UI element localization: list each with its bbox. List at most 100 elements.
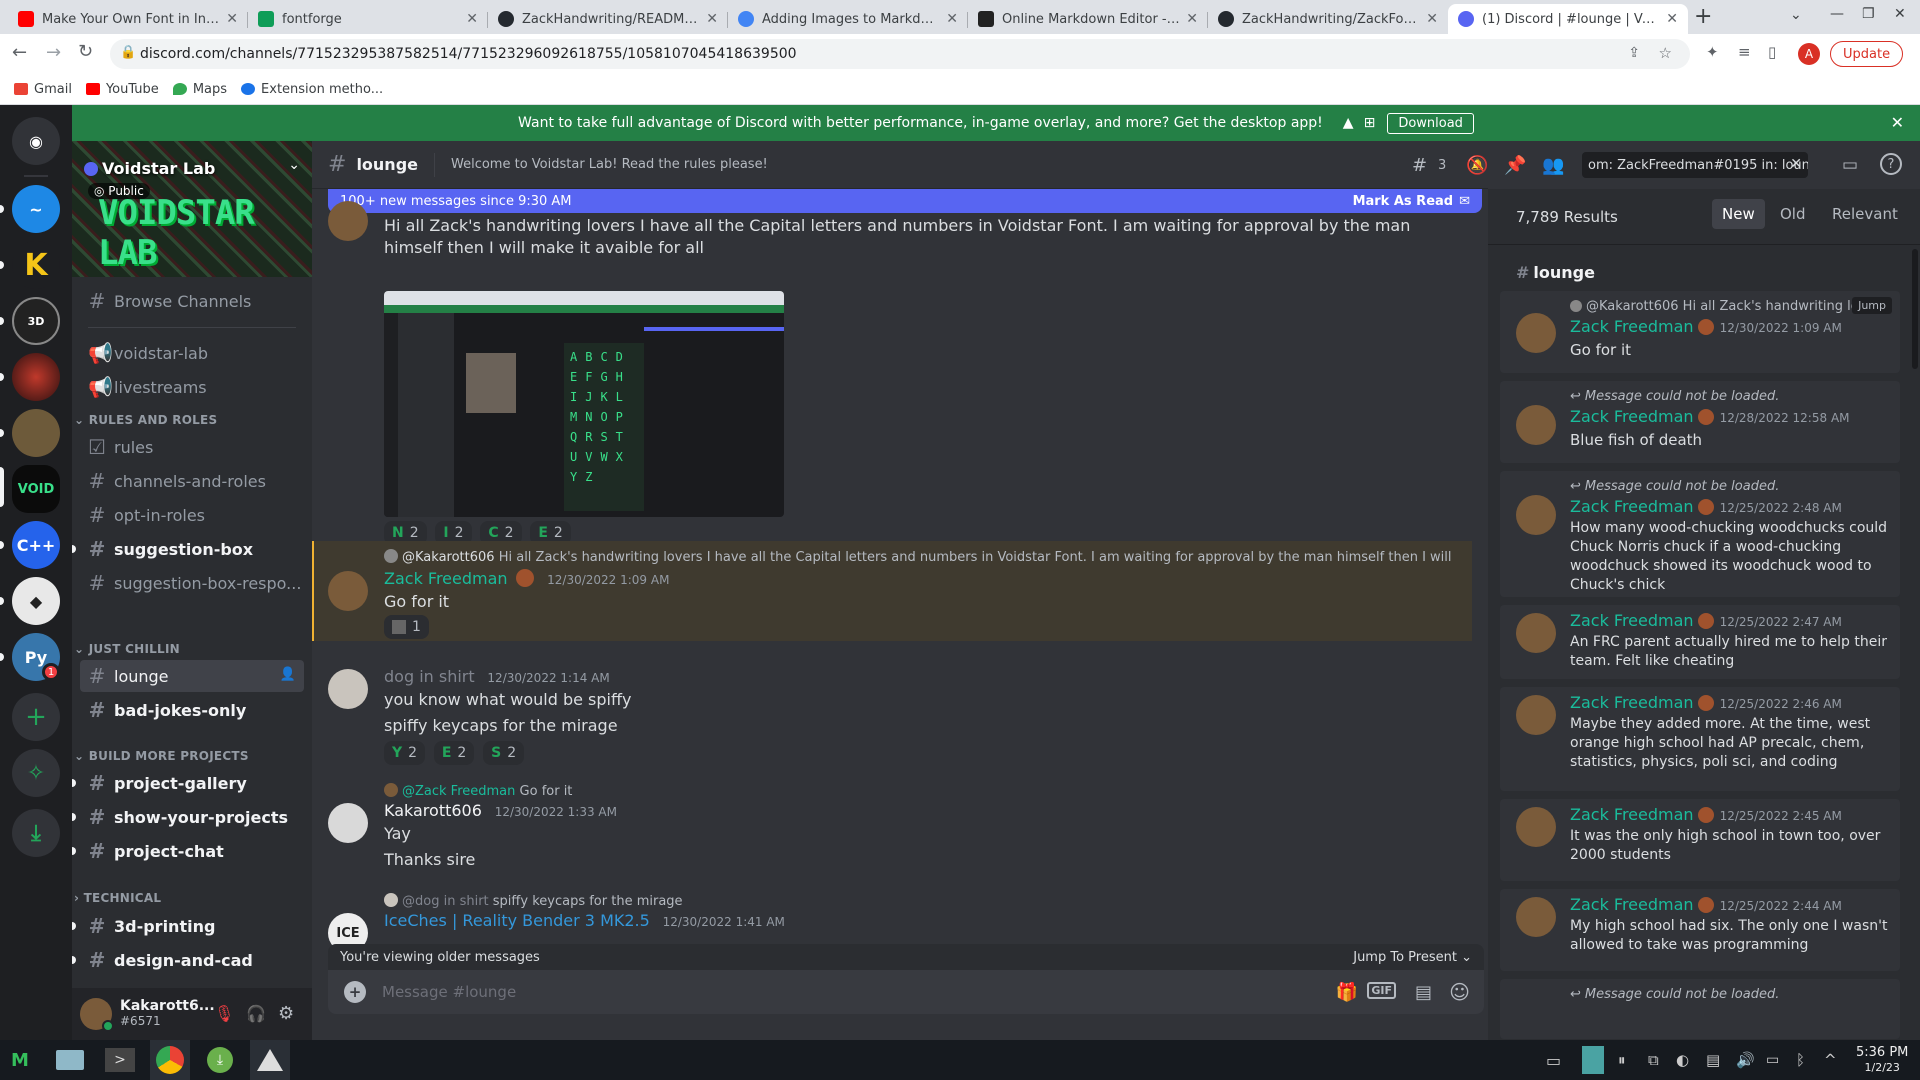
channel-suggestion-box[interactable]: # suggestion-box (72, 533, 304, 565)
server-icon[interactable]: ◆ (12, 577, 60, 625)
threads-icon[interactable]: # (1412, 155, 1427, 176)
close-banner-icon[interactable]: ✕ (1891, 113, 1904, 132)
channel-livestreams[interactable]: 📢 livestreams (80, 371, 304, 403)
reply-preview[interactable]: @Zack Freedman Go for it (384, 783, 1384, 799)
search-scrollbar[interactable] (1912, 249, 1918, 369)
battery-icon[interactable]: ▭ (1766, 1052, 1779, 1068)
server-icon-voidstar[interactable]: VOID (12, 465, 60, 513)
guild-name[interactable]: Voidstar Lab (84, 159, 215, 178)
channel-project-gallery[interactable]: # project-gallery (72, 767, 304, 799)
attached-screenshot-image[interactable]: ABCDEFGHIJKLMNOPQRSTUVWXYZ (384, 291, 784, 517)
close-window-button[interactable]: ✕ (1894, 6, 1906, 22)
close-tab-icon[interactable]: ✕ (1666, 11, 1678, 27)
browser-tab[interactable]: Adding Images to Markdown ✕ (728, 4, 968, 34)
browser-tab-active[interactable]: (1) Discord | #lounge | Voids ✕ (1448, 4, 1688, 34)
search-input[interactable]: om: ZackFreedman#0195 in: lounge ✕ (1582, 152, 1808, 178)
settings-gear-icon[interactable]: ⚙ (278, 1003, 294, 1024)
avatar[interactable] (1516, 897, 1556, 937)
gift-icon[interactable]: 🎁 (1336, 982, 1358, 1003)
avatar[interactable] (328, 201, 368, 241)
bookmark-star-icon[interactable]: ☆ (1659, 44, 1672, 62)
vpn-icon[interactable]: ◐ (1676, 1051, 1689, 1069)
avatar[interactable] (1516, 313, 1556, 353)
author-name[interactable]: Zack Freedman (1570, 895, 1694, 914)
url-bar[interactable]: 🔒 discord.com/channels/77152329538758251… (110, 39, 1690, 69)
extensions-icon[interactable]: ✦ (1706, 43, 1719, 61)
author-name[interactable]: Kakarott606 (384, 801, 482, 820)
help-icon[interactable]: ? (1880, 153, 1902, 175)
inbox-icon[interactable]: ▭ (1842, 155, 1858, 175)
jump-button[interactable]: Jump (1852, 297, 1892, 314)
user-info[interactable]: Kakarott6... #6571 (120, 999, 215, 1029)
bookmark-youtube[interactable]: YouTube (85, 82, 159, 97)
add-server-icon[interactable]: + (12, 693, 60, 741)
profile-avatar[interactable]: A (1798, 43, 1820, 65)
reaction[interactable]: S2 (483, 741, 525, 765)
close-tab-icon[interactable]: ✕ (1426, 11, 1438, 27)
download-button[interactable]: Download (1387, 112, 1474, 134)
minimize-button[interactable]: — (1830, 6, 1844, 22)
sort-old-tab[interactable]: Old (1780, 205, 1806, 223)
display-icon[interactable]: ⧉ (1648, 1051, 1659, 1069)
sticker-icon[interactable]: ▤ (1415, 982, 1432, 1003)
reply-preview[interactable]: @dog in shirt spiffy keycaps for the mir… (384, 893, 1384, 909)
search-result[interactable]: ↩ Message could not be loaded. Zack Freed… (1500, 471, 1900, 597)
terminal-icon[interactable]: > (100, 1040, 140, 1080)
channel-voidstar-lab[interactable]: 📢 voidstar-lab (80, 337, 304, 369)
browser-tab[interactable]: fontforge ✕ (248, 4, 488, 34)
avatar[interactable] (328, 669, 368, 709)
headphones-icon[interactable]: 🎧 (246, 1004, 266, 1023)
search-result[interactable]: ↩ Message could not be loaded. (1500, 979, 1900, 1039)
close-tab-icon[interactable]: ✕ (226, 11, 238, 27)
message-input[interactable]: Message #lounge (382, 983, 516, 1001)
tab-search-icon[interactable]: ⌄ (1790, 7, 1802, 23)
bluetooth-icon[interactable]: ᛒ (1796, 1051, 1805, 1069)
author-name[interactable]: IceChes | Reality Bender 3 MK2.5 (384, 911, 650, 930)
close-tab-icon[interactable]: ✕ (946, 11, 958, 27)
mute-mic-icon[interactable]: 🎙 (214, 1004, 234, 1023)
browser-tab[interactable]: Make Your Own Font in Inksc ✕ (8, 4, 248, 34)
author-name[interactable]: Zack Freedman (1570, 497, 1694, 516)
avatar[interactable] (1516, 613, 1556, 653)
jump-to-present-button[interactable]: Jump To Present ⌄ (1353, 950, 1472, 965)
avatar[interactable] (1516, 807, 1556, 847)
close-tab-icon[interactable]: ✕ (1186, 11, 1198, 27)
download-apps-icon[interactable]: ⤓ (12, 809, 60, 857)
search-result[interactable]: Zack Freedman 12/25/2022 2:46 AM Maybe th… (1500, 687, 1900, 791)
forward-icon[interactable]: → (46, 42, 61, 63)
server-icon[interactable]: ~ (12, 185, 60, 233)
tray-expand-icon[interactable]: ^ (1824, 1051, 1837, 1069)
avatar[interactable] (1516, 495, 1556, 535)
reaction[interactable]: Y2 (384, 741, 426, 765)
server-icon[interactable] (12, 353, 60, 401)
avatar[interactable] (1516, 695, 1556, 735)
reaction[interactable]: 1 (384, 615, 429, 639)
file-manager-icon[interactable] (50, 1040, 90, 1080)
avatar[interactable] (80, 998, 114, 1032)
author-name[interactable]: Zack Freedman (1570, 805, 1694, 824)
explore-servers-icon[interactable]: ✧ (12, 749, 60, 797)
sort-new-tab[interactable]: New (1712, 199, 1765, 229)
channel-bad-jokes-only[interactable]: # bad-jokes-only (80, 694, 304, 726)
search-result[interactable]: Zack Freedman 12/25/2022 2:47 AM An FRC p… (1500, 605, 1900, 679)
channel-suggestion-box-responses[interactable]: # suggestion-box-respo... (80, 567, 304, 599)
gif-icon[interactable]: GIF (1367, 982, 1396, 999)
channel-channels-and-roles[interactable]: # channels-and-roles (80, 465, 304, 497)
channel-design-and-cad[interactable]: # design-and-cad (72, 944, 304, 976)
category-build-more-projects[interactable]: ⌄ BUILD MORE PROJECTS (74, 749, 249, 763)
author-name[interactable]: Zack Freedman (1570, 693, 1694, 712)
emoji-icon[interactable]: ☺ (1449, 980, 1470, 1004)
bookmark-gmail[interactable]: Gmail (14, 82, 72, 97)
invite-icon[interactable]: 👤 (280, 667, 296, 682)
channel-show-your-projects[interactable]: # show-your-projects (72, 801, 304, 833)
clear-search-icon[interactable]: ✕ (1790, 156, 1802, 172)
channel-project-chat[interactable]: # project-chat (72, 835, 304, 867)
channel-lounge[interactable]: # lounge 👤 (80, 660, 304, 692)
search-result[interactable]: @Kakarott606 Hi all Zack's handwriting l… (1500, 291, 1900, 373)
start-menu-icon[interactable]: M (0, 1040, 40, 1080)
guild-banner[interactable]: Voidstar Lab ◎ Public ⌄ VOIDSTAR LAB (72, 141, 312, 277)
channel-topic[interactable]: Welcome to Voidstar Lab! Read the rules … (451, 157, 768, 172)
chrome-icon[interactable] (150, 1040, 190, 1080)
new-messages-bar[interactable]: 100+ new messages since 9:30 AM Mark As … (328, 189, 1482, 213)
share-icon[interactable]: ⇪ (1628, 45, 1640, 61)
